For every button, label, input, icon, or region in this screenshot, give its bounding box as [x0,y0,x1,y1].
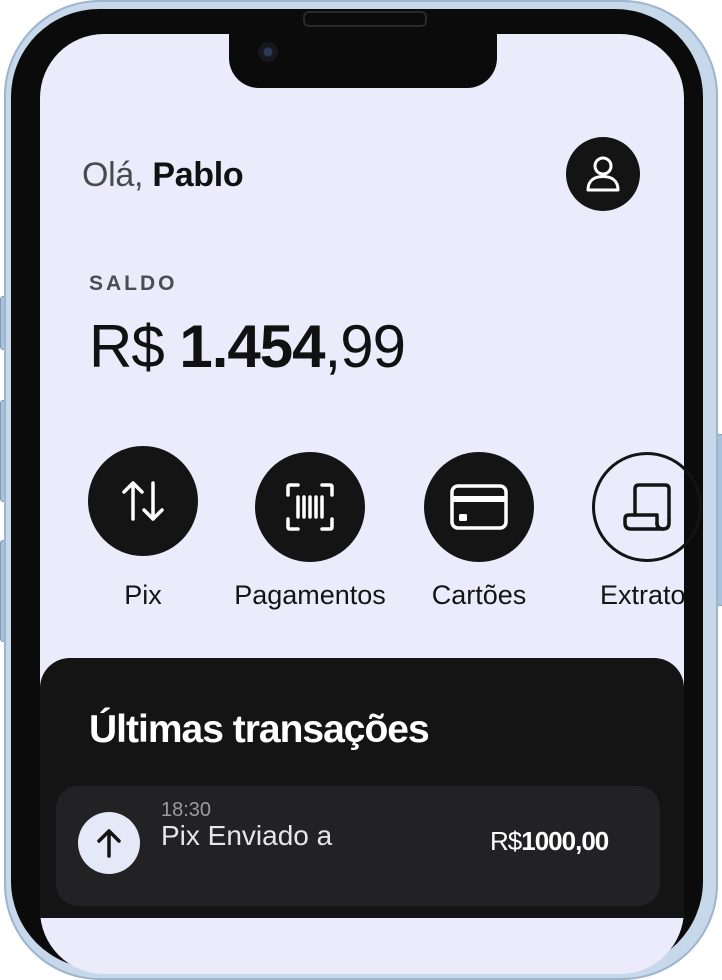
action-label: Pix [124,580,162,610]
transaction-value: 1000,00 [521,826,609,856]
balance-cents: ,99 [324,313,406,380]
transaction-currency: R$ [490,826,522,856]
pix-button[interactable] [88,446,198,556]
cartoes-button[interactable] [424,452,534,562]
profile-button[interactable] [566,137,640,211]
action-pix[interactable]: Pix [88,446,198,611]
speaker [303,11,427,27]
pagamentos-button[interactable] [255,452,365,562]
extrato-button[interactable] [592,452,702,562]
action-extrato[interactable]: Extrato [592,452,702,611]
action-label: Cartões [431,580,527,610]
user-icon [586,156,620,192]
arrows-up-down-icon [122,481,164,521]
transactions-title: Últimas transações [89,708,430,751]
balance-integer: 1.454 [179,313,325,380]
balance-currency: R$ [89,313,165,380]
credit-card-icon [450,484,508,530]
balance-label: SALDO [89,272,178,295]
barcode-scan-icon [286,483,334,531]
transaction-description: Pix Enviado a [161,820,333,851]
arrow-up-icon [97,829,121,858]
action-label: Extrato [600,580,686,610]
balance-value: R$ 1.454,99 [89,312,406,381]
transaction-time: 18:30 [161,799,212,821]
camera [258,42,278,62]
greeting-prefix: Olá, [82,156,144,194]
action-pagamentos[interactable]: Pagamentos [230,452,390,611]
transaction-icon [78,812,140,874]
action-cartoes[interactable]: Cartões [424,452,534,611]
receipt-icon [623,483,671,531]
greeting: Olá, Pablo [82,156,244,195]
action-label: Pagamentos [234,580,386,610]
user-name: Pablo [152,156,244,194]
transaction-amount: R$1000,00 [490,826,609,857]
